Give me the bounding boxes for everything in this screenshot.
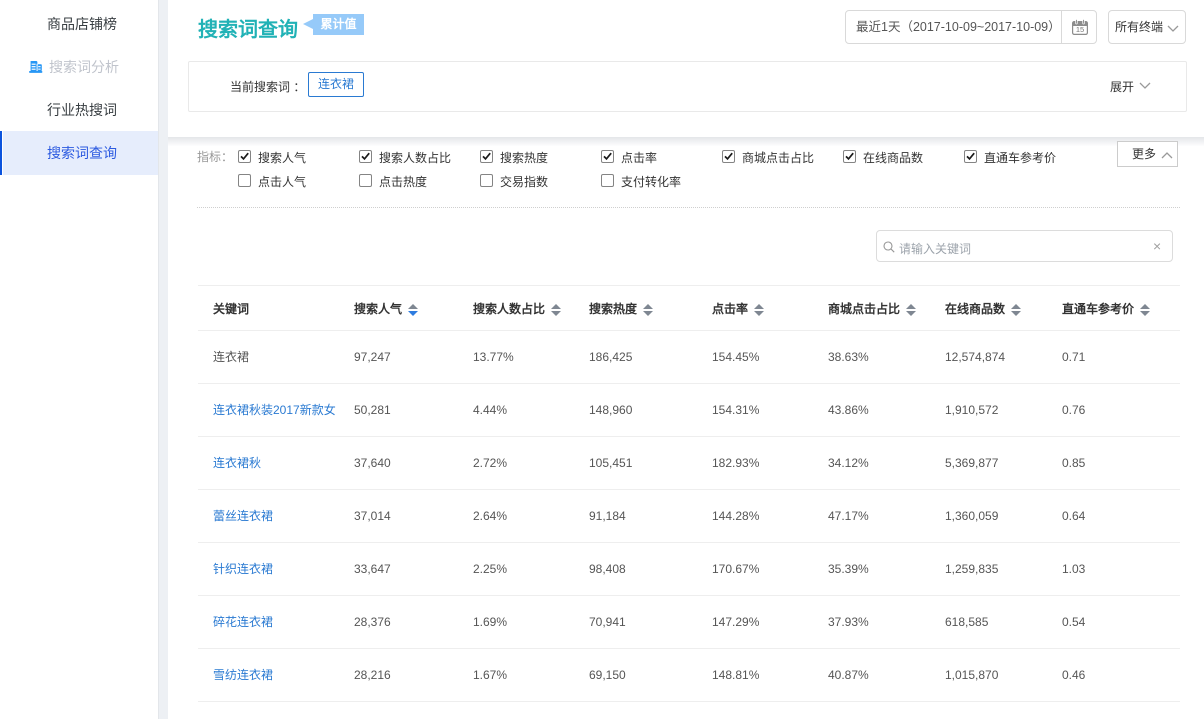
svg-text:15: 15 bbox=[1076, 25, 1084, 34]
